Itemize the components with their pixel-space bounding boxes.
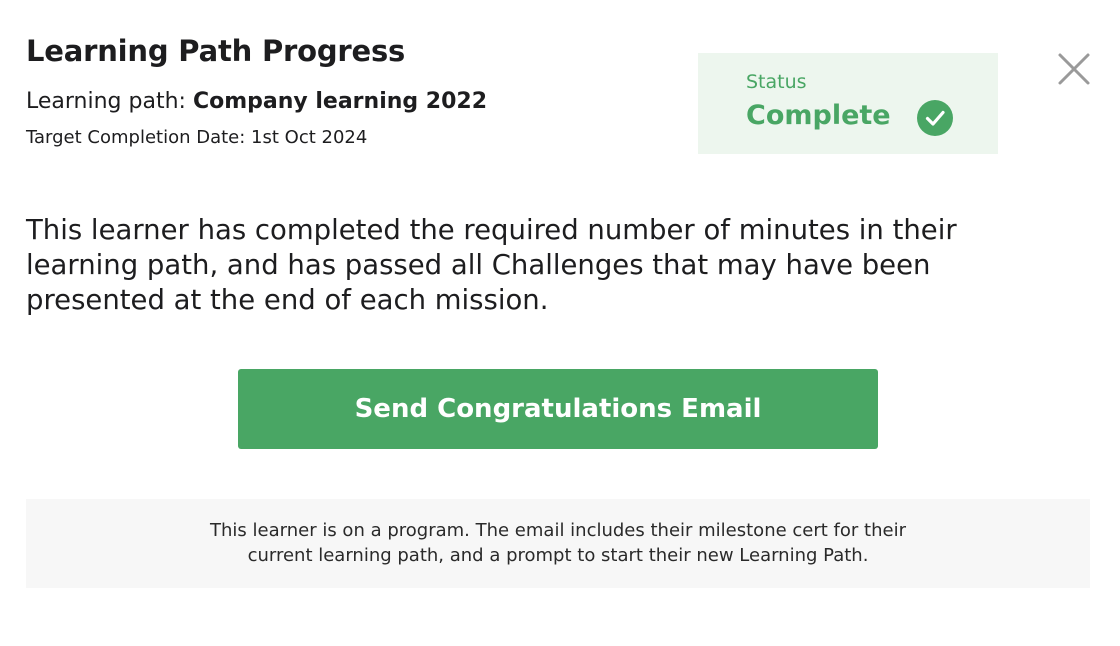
program-note-line-2: current learning path, and a prompt to s… <box>247 545 869 566</box>
status-card: Status Complete <box>698 53 998 154</box>
program-note: This learner is on a program. The email … <box>26 499 1090 588</box>
learning-path-prefix: Learning path: <box>26 89 193 114</box>
learning-path-name: Company learning 2022 <box>192 89 488 114</box>
close-icon[interactable] <box>1056 51 1092 87</box>
program-note-text: This learner is on a program. The email … <box>26 518 1090 568</box>
learning-path-line: Learning path: Company learning 2022 <box>26 89 487 114</box>
program-note-line-1: This learner is on a program. The email … <box>210 520 906 541</box>
completion-description: This learner has completed the required … <box>26 214 957 316</box>
status-label: Status <box>746 71 807 93</box>
target-completion-date: Target Completion Date: 1st Oct 2024 <box>26 127 368 148</box>
status-value: Complete <box>746 100 891 131</box>
learning-path-progress-dialog: Learning Path Progress Learning path: Co… <box>0 0 1120 646</box>
dialog-title: Learning Path Progress <box>26 34 406 68</box>
send-congratulations-email-button[interactable]: Send Congratulations Email <box>238 369 878 449</box>
check-circle-icon <box>917 100 953 136</box>
